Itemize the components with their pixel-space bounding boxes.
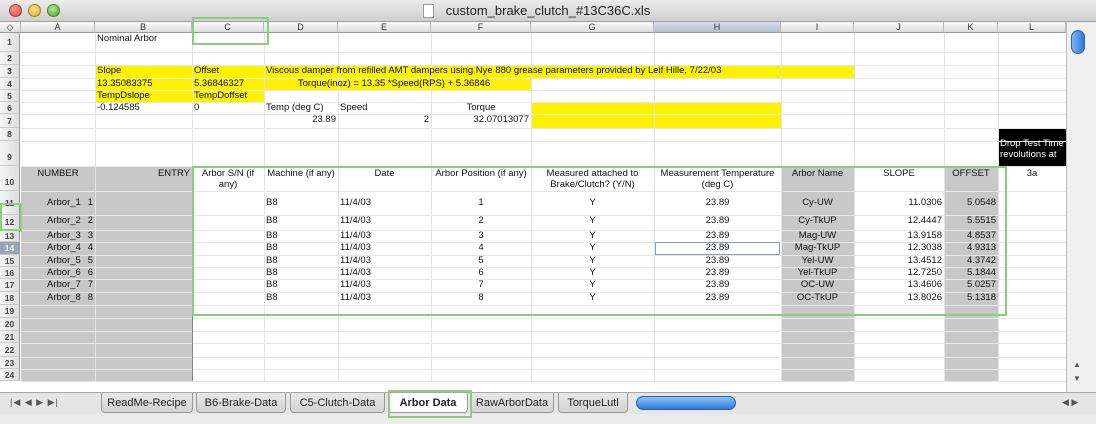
highlight-arbor-tab	[388, 390, 472, 418]
row-header-23[interactable]: 23	[0, 357, 20, 369]
row-header-22[interactable]: 22	[0, 343, 20, 357]
highlight-data-range	[192, 166, 1007, 316]
row-header-5[interactable]: 5	[0, 90, 20, 102]
row-header-15[interactable]: 15	[0, 255, 20, 267]
cell-l8[interactable]: Drop Test Time revolutions at	[998, 138, 1066, 160]
row-header-21[interactable]: 21	[0, 331, 20, 343]
row-header-6[interactable]: 6	[0, 102, 20, 114]
cell-b10[interactable]: ENTRY	[95, 168, 192, 180]
sheet-tab-4[interactable]: RawArborData	[470, 393, 554, 413]
data-entry[interactable]: Arbor_5	[45, 255, 125, 267]
row-gridline	[21, 343, 1066, 344]
row-header-10[interactable]: 10	[0, 166, 20, 191]
row-header-17[interactable]: 17	[0, 279, 20, 292]
row-header-3[interactable]: 3	[0, 65, 20, 78]
cell-d3[interactable]: Viscous damper from refilled AMT dampers…	[264, 65, 964, 77]
row-header-8[interactable]: 8	[0, 128, 20, 141]
data-entry[interactable]: Arbor_4	[45, 242, 125, 254]
row-header-18[interactable]: 18	[0, 292, 20, 305]
column-header-j[interactable]: J	[854, 22, 944, 33]
row-header-19[interactable]: 19	[0, 305, 20, 318]
column-header-h[interactable]: H	[654, 22, 781, 33]
row-header-20[interactable]: 20	[0, 318, 20, 331]
sheet-tab-0[interactable]: ReadMe-Recipe	[101, 393, 193, 413]
vertical-scroll-thumb[interactable]	[1071, 30, 1085, 54]
cell-e7[interactable]: 2	[338, 114, 431, 126]
column-header-d[interactable]: D	[264, 22, 338, 33]
row-header-4[interactable]: 4	[0, 78, 20, 90]
scroll-up-arrow-icon[interactable]: ▲	[1073, 360, 1081, 369]
cell-c4[interactable]: 5.36846327	[192, 78, 264, 90]
row-gridline	[21, 357, 1066, 358]
row-gridline	[21, 318, 1066, 319]
data-entry[interactable]: Arbor_6	[45, 267, 125, 279]
row-header-14[interactable]: 14	[0, 242, 20, 255]
row-header-2[interactable]: 2	[0, 52, 20, 65]
cell-d7[interactable]: 23.89	[264, 114, 338, 126]
row-header-7[interactable]: 7	[0, 114, 20, 128]
cell-c3[interactable]: Offset	[192, 65, 264, 77]
window-title: custom_brake_clutch_#13C36C.xls	[445, 3, 651, 18]
row-gridline	[21, 52, 1066, 53]
data-entry[interactable]: Arbor_1	[45, 197, 125, 209]
cell-f7[interactable]: 32.07013077	[431, 114, 531, 126]
data-entry[interactable]: Arbor_8	[45, 292, 125, 304]
tab-nav-arrows-icon[interactable]: |◀ ◀ ▶ ▶|	[10, 397, 59, 408]
data-entry[interactable]: Arbor_3	[45, 230, 125, 242]
scroll-down-arrow-icon[interactable]: ▼	[1073, 374, 1081, 383]
data-entry[interactable]: Arbor_7	[45, 279, 125, 291]
horizontal-scroll-thumb[interactable]	[636, 396, 736, 410]
cell-d4[interactable]: Torque(inoz) = 13.35 *Speed(RPS) + 5.368…	[264, 78, 524, 90]
cell-b1[interactable]: Nominal Arbor	[95, 33, 192, 45]
row-header-13[interactable]: 13	[0, 230, 20, 242]
status-bar	[0, 414, 1096, 424]
cell-l10[interactable]: 3a	[998, 168, 1066, 179]
vertical-scrollbar[interactable]	[1066, 22, 1096, 392]
highlight-column-c	[192, 17, 269, 45]
column-header-a[interactable]: A	[21, 22, 95, 33]
spreadsheet-window: custom_brake_clutch_#13C36C.xls ◇ A B C D E F G…	[0, 0, 1096, 424]
row-gridline	[21, 141, 1066, 142]
cell-b5[interactable]: TempDslope	[95, 90, 192, 102]
title-bar: custom_brake_clutch_#13C36C.xls	[0, 0, 1096, 22]
cell-c6[interactable]: 0	[192, 102, 264, 114]
column-header-f[interactable]: F	[431, 22, 531, 33]
row-gridline	[21, 128, 1066, 129]
sheet-tab-2[interactable]: C5-Clutch-Data	[290, 393, 385, 413]
sheet-tab-1[interactable]: B6-Brake-Data	[196, 393, 286, 413]
row-gridline	[21, 381, 1066, 382]
horizontal-scroll-arrows-icon[interactable]: ◀ ▶	[1062, 397, 1078, 408]
row-header-9[interactable]: 9	[0, 141, 20, 166]
highlight-row-11	[0, 203, 22, 231]
sheet-tab-5[interactable]: TorqueLutl	[558, 393, 628, 413]
column-header-l[interactable]: L	[998, 22, 1066, 33]
cell-a10[interactable]: NUMBER	[21, 168, 95, 180]
row-gridline	[21, 114, 1066, 115]
cell-d6[interactable]: Temp (deg C)	[264, 102, 338, 114]
column-header-k[interactable]: K	[944, 22, 998, 33]
row-header-1[interactable]: 1	[0, 33, 20, 52]
select-all-corner[interactable]: ◇	[0, 22, 21, 33]
row-gridline	[21, 369, 1066, 370]
column-header-g[interactable]: G	[531, 22, 654, 33]
column-header-b[interactable]: B	[95, 22, 192, 33]
row-header-16[interactable]: 16	[0, 267, 20, 279]
column-header-e[interactable]: E	[338, 22, 431, 33]
sheet-tab-bar: |◀ ◀ ▶ ▶| ◀ ▶ ReadMe-Recipe B6-Brake-Data…	[0, 392, 1096, 414]
cell-b3[interactable]: Slope	[95, 65, 192, 77]
cell-f6[interactable]: Torque	[431, 102, 531, 114]
cell-b4[interactable]: 13.35083375	[95, 78, 192, 90]
cell-c5[interactable]: TempDoffset	[192, 90, 264, 102]
row-gridline	[21, 331, 1066, 332]
cell-b6[interactable]: -0.124585	[95, 102, 192, 114]
row-header-24[interactable]: 24	[0, 369, 20, 381]
data-entry[interactable]: Arbor_2	[45, 215, 125, 227]
cell-e6[interactable]: Speed	[338, 102, 431, 114]
yellow-fill-gh	[531, 102, 781, 128]
column-header-i[interactable]: I	[781, 22, 854, 33]
